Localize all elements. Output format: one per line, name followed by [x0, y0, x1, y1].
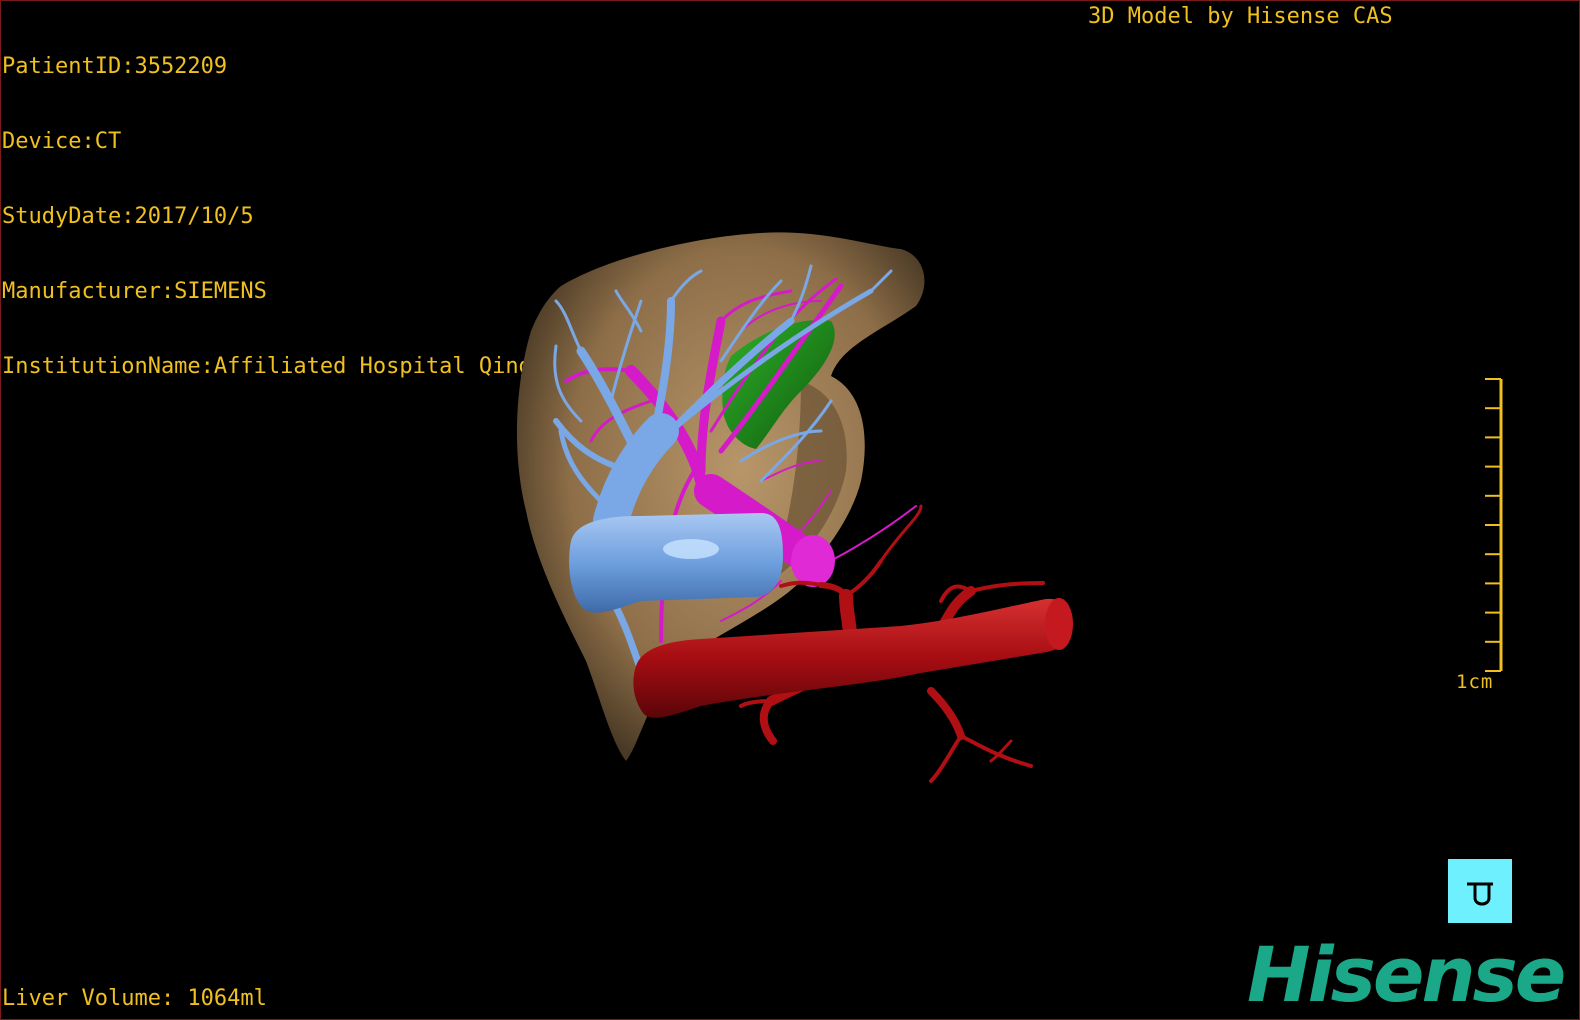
- portal-vein-highlight: [663, 539, 719, 559]
- orientation-button[interactable]: [1448, 859, 1512, 923]
- 3d-viewport[interactable]: PatientID:3552209 Device:CT StudyDate:20…: [0, 0, 1580, 1020]
- liver-3d-model[interactable]: [1, 1, 1580, 1020]
- scale-bar-label: 1cm: [1456, 671, 1494, 693]
- hepatic-vein-trunk-end: [791, 535, 835, 587]
- scale-bar: [1485, 378, 1503, 672]
- aorta-end-cap: [1045, 598, 1073, 650]
- liver-volume-label: Liver Volume: 1064ml: [2, 986, 267, 1011]
- orientation-cube-icon: [1467, 882, 1493, 906]
- hisense-logo: Hisense: [1247, 930, 1566, 1019]
